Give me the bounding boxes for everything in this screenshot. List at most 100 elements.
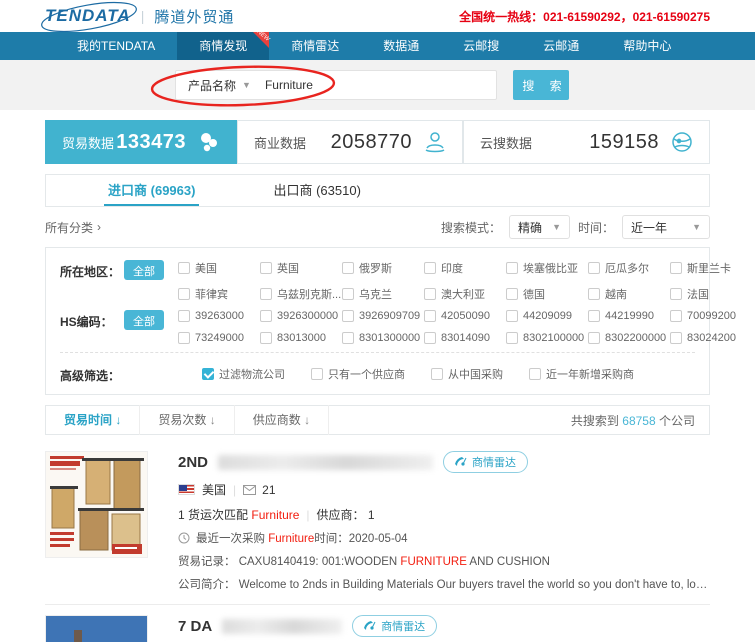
- advanced-option-filter-logistics[interactable]: 过滤物流公司: [202, 364, 285, 384]
- sort-by-trade-count[interactable]: 贸易次数 ↓: [140, 405, 234, 435]
- hscode-option[interactable]: 8301300000: [342, 332, 424, 344]
- checkbox-icon[interactable]: [424, 288, 436, 300]
- contact-count[interactable]: 21: [243, 483, 275, 497]
- all-categories-label: 所有分类: [45, 219, 93, 236]
- checkbox-icon[interactable]: [431, 368, 443, 380]
- result-list: 2ND 商情雷达 美国 | 21: [45, 441, 710, 642]
- divider: |: [233, 483, 236, 497]
- region-option[interactable]: 越南: [588, 286, 670, 302]
- advanced-option-single-supplier[interactable]: 只有一个供应商: [311, 364, 405, 384]
- nav-item-my-tendata[interactable]: 我的TENDATA: [55, 32, 177, 60]
- region-option[interactable]: 法国: [670, 286, 752, 302]
- checkbox-icon[interactable]: [670, 288, 682, 300]
- nav-item-discovery[interactable]: 商情发现 NEW: [177, 32, 269, 60]
- company-photo-storefront[interactable]: [45, 615, 148, 642]
- checkbox-icon[interactable]: [260, 262, 272, 274]
- region-option[interactable]: 德国: [506, 286, 588, 302]
- brand-logo[interactable]: TENDATA | 腾道外贸通: [45, 6, 234, 27]
- sort-by-supplier-count[interactable]: 供应商数 ↓: [235, 405, 329, 435]
- checkbox-icon[interactable]: [588, 288, 600, 300]
- checkbox-icon[interactable]: [670, 262, 682, 274]
- sort-by-trade-time[interactable]: 贸易时间 ↓: [46, 405, 140, 435]
- advanced-option-buy-from-china[interactable]: 从中国采购: [431, 364, 503, 384]
- stat-business-data[interactable]: 商业数据 2058770: [237, 120, 463, 164]
- hscode-option[interactable]: 42050090: [424, 310, 506, 322]
- hscode-option[interactable]: 3926300000: [260, 310, 342, 322]
- checkbox-icon[interactable]: [424, 310, 436, 322]
- advanced-option-new-buyers[interactable]: 近一年新增采购商: [529, 364, 634, 384]
- checkbox-icon[interactable]: [506, 262, 518, 274]
- checkbox-icon[interactable]: [588, 332, 600, 344]
- hscode-option[interactable]: 3926909709: [342, 310, 424, 322]
- search-mode-select[interactable]: 精确 ▼: [509, 215, 570, 239]
- nav-item-datatong[interactable]: 数据通: [361, 32, 441, 60]
- checkbox-icon[interactable]: [260, 332, 272, 344]
- nav-item-cloud-mail[interactable]: 云邮通: [521, 32, 601, 60]
- tab-exporters[interactable]: 出口商 (63510): [269, 175, 364, 206]
- search-input[interactable]: Furniture: [261, 78, 313, 92]
- company-name[interactable]: 7 DA: [178, 618, 212, 635]
- checkbox-icon[interactable]: [342, 262, 354, 274]
- checkbox-icon[interactable]: [670, 310, 682, 322]
- region-option[interactable]: 澳大利亚: [424, 286, 506, 302]
- hscode-option[interactable]: 8302100000: [506, 332, 588, 344]
- region-option[interactable]: 埃塞俄比亚: [506, 260, 588, 276]
- stat-trade-data[interactable]: 贸易数据 133473: [45, 120, 237, 164]
- checkbox-icon[interactable]: [588, 262, 600, 274]
- checkbox-checked-icon[interactable]: [202, 368, 214, 380]
- tab-importers-count: (69963): [151, 183, 196, 198]
- checkbox-icon[interactable]: [670, 332, 682, 344]
- checkbox-icon[interactable]: [260, 288, 272, 300]
- region-option[interactable]: 英国: [260, 260, 342, 276]
- tab-importers[interactable]: 进口商 (69963): [104, 175, 199, 206]
- checkbox-icon[interactable]: [506, 332, 518, 344]
- hscode-option[interactable]: 70099200: [670, 310, 752, 322]
- hscode-option[interactable]: 83024200: [670, 332, 752, 344]
- region-option[interactable]: 厄瓜多尔: [588, 260, 670, 276]
- hscode-option[interactable]: 73249000: [178, 332, 260, 344]
- checkbox-icon[interactable]: [342, 332, 354, 344]
- hscode-option[interactable]: 39263000: [178, 310, 260, 322]
- stat-cloud-search-data[interactable]: 云搜数据 159158: [463, 120, 710, 164]
- checkbox-icon[interactable]: [588, 310, 600, 322]
- search-field-selector[interactable]: 产品名称 ▼: [176, 77, 261, 94]
- hscode-option[interactable]: 44219990: [588, 310, 670, 322]
- region-option[interactable]: 俄罗斯: [342, 260, 424, 276]
- nav-item-help-center[interactable]: 帮助中心: [601, 32, 693, 60]
- region-option[interactable]: 印度: [424, 260, 506, 276]
- hscode-option[interactable]: 44209099: [506, 310, 588, 322]
- checkbox-icon[interactable]: [178, 332, 190, 344]
- checkbox-icon[interactable]: [342, 288, 354, 300]
- checkbox-icon[interactable]: [342, 310, 354, 322]
- region-option[interactable]: 乌兹别克斯...: [260, 286, 342, 302]
- checkbox-icon[interactable]: [424, 262, 436, 274]
- checkbox-icon[interactable]: [178, 288, 190, 300]
- region-option[interactable]: 美国: [178, 260, 260, 276]
- checkbox-icon[interactable]: [506, 310, 518, 322]
- checkbox-icon[interactable]: [260, 310, 272, 322]
- checkbox-icon[interactable]: [506, 288, 518, 300]
- nav-item-cloud-mail-search[interactable]: 云邮搜: [441, 32, 521, 60]
- hscode-all-button[interactable]: 全部: [124, 310, 164, 330]
- region-option[interactable]: 菲律宾: [178, 286, 260, 302]
- checkbox-icon[interactable]: [424, 332, 436, 344]
- company-photo-barn-doors[interactable]: [45, 451, 148, 558]
- radar-button[interactable]: 商情雷达: [443, 451, 528, 473]
- hscode-option[interactable]: 83014090: [424, 332, 506, 344]
- checkbox-icon[interactable]: [529, 368, 541, 380]
- checkbox-icon[interactable]: [311, 368, 323, 380]
- nav-item-radar[interactable]: 商情雷达: [269, 32, 361, 60]
- region-all-button[interactable]: 全部: [124, 260, 164, 280]
- hscode-option[interactable]: 8302200000: [588, 332, 670, 344]
- radar-button[interactable]: 商情雷达: [352, 615, 437, 637]
- region-option[interactable]: 乌克兰: [342, 286, 424, 302]
- time-range-select[interactable]: 近一年 ▼: [622, 215, 710, 239]
- checkbox-icon[interactable]: [178, 310, 190, 322]
- region-filter-label: 所在地区：: [60, 260, 124, 302]
- company-name[interactable]: 2ND: [178, 454, 208, 471]
- hscode-option[interactable]: 83013000: [260, 332, 342, 344]
- region-option[interactable]: 斯里兰卡: [670, 260, 752, 276]
- search-button[interactable]: 搜 索: [513, 70, 569, 100]
- all-categories-link[interactable]: 所有分类 ›: [45, 219, 101, 236]
- checkbox-icon[interactable]: [178, 262, 190, 274]
